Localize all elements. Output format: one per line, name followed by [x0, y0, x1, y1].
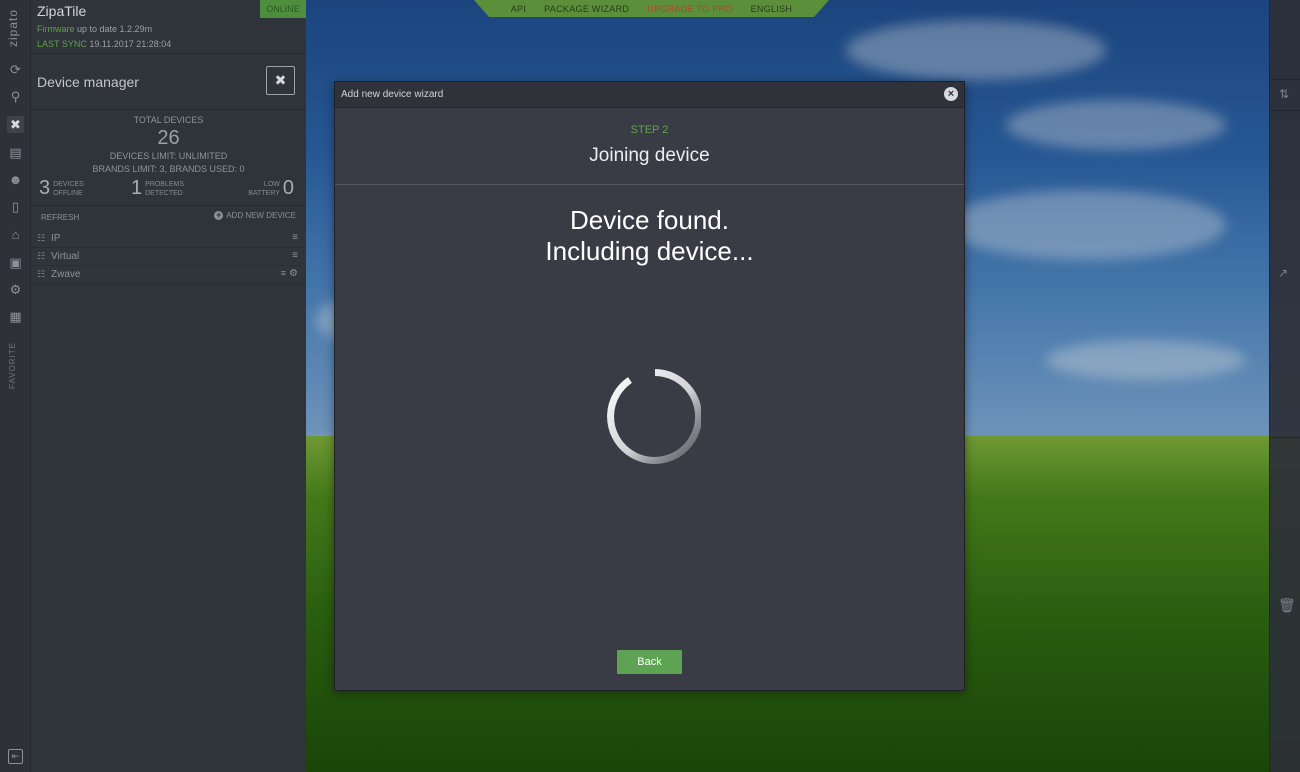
low-battery-stat[interactable]: LOW BATTERY 0	[248, 177, 297, 200]
problems-stat[interactable]: 1 PROBLEMS DETECTED	[131, 177, 184, 200]
menu-icon[interactable]: ≡	[292, 250, 298, 261]
favorites-label[interactable]: FAVORITE	[8, 342, 17, 389]
device-list: ☷ IP ≡ ☷ Virtual ≡ ☷ Zwave ≡ ⚙	[31, 230, 306, 284]
device-name: IP	[51, 233, 61, 244]
scenes-icon[interactable]: ▤	[7, 144, 24, 161]
refresh-icon[interactable]: ⟳	[7, 61, 24, 78]
divider	[1270, 437, 1300, 438]
left-icon-rail: zipato ⟳ ⚲ ✖ ▤ ☻ ▯ ⌂ ▣ ⚙ ▦ FAVORITE ⇤	[0, 0, 31, 772]
tile-info: ZipaTile ONLINE Firmware up to date 1.2.…	[31, 0, 306, 54]
step-title: Joining device	[589, 145, 710, 166]
phone-icon[interactable]: ▯	[7, 198, 24, 215]
close-icon[interactable]: ×	[944, 87, 958, 101]
status-message-line1: Device found.	[570, 205, 729, 235]
offline-count: 3	[39, 177, 51, 199]
refresh-button[interactable]: REFRESH	[41, 213, 79, 222]
trash-icon[interactable]: 🗑	[1278, 597, 1296, 614]
status-message-line2: Including device...	[545, 236, 754, 266]
nav-language[interactable]: ENGLISH	[751, 4, 793, 14]
right-rail: ⇅ ↗ 🗑	[1269, 0, 1300, 772]
firmware-line: Firmware up to date 1.2.29m	[37, 24, 152, 34]
tools-icon[interactable]: ✖	[266, 66, 295, 95]
list-item[interactable]: ☷ IP ≡	[31, 230, 306, 248]
last-sync-line: LAST SYNC 19.11.2017 21:28:04	[37, 39, 171, 49]
step-header: STEP 2 Joining device	[335, 109, 964, 185]
firmware-text: up to date 1.2.29m	[77, 24, 153, 34]
status-badge: ONLINE	[260, 0, 306, 18]
menu-icon[interactable]: ≡	[281, 268, 286, 278]
low-battery-label: LOW BATTERY	[248, 180, 280, 197]
offline-stat[interactable]: 3 DEVICES OFFLINE	[39, 177, 84, 200]
brands-limit: BRANDS LIMIT: 3, BRANDS USED: 0	[92, 164, 245, 174]
last-sync-value: 19.11.2017 21:28:04	[89, 39, 172, 49]
total-devices-value: 26	[157, 127, 180, 149]
external-link-icon[interactable]: ↗	[1278, 266, 1288, 280]
back-button[interactable]: Back	[617, 650, 682, 674]
low-battery-count: 0	[282, 177, 294, 199]
settings-icon[interactable]: ⚙	[7, 281, 24, 298]
users-icon[interactable]: ☻	[7, 171, 24, 188]
nav-upgrade-to-pro[interactable]: UPGRADE TO PRO	[647, 4, 732, 14]
logout-icon[interactable]: ⇤	[8, 749, 23, 764]
modal-header: Add new device wizard ×	[335, 82, 964, 108]
home-icon[interactable]: ⌂	[7, 226, 24, 243]
problems-label: PROBLEMS DETECTED	[145, 180, 185, 197]
nav-package-wizard[interactable]: PACKAGE WIZARD	[544, 4, 629, 14]
total-devices-label: TOTAL DEVICES	[133, 115, 204, 125]
device-manager-icon[interactable]: ✖	[7, 116, 24, 133]
network-icon: ☷	[37, 251, 46, 261]
add-device-wizard-modal: Add new device wizard × STEP 2 Joining d…	[334, 81, 965, 691]
step-label: STEP 2	[630, 124, 669, 136]
sort-icon[interactable]: ⇅	[1279, 87, 1289, 101]
last-sync-label: LAST SYNC	[37, 39, 87, 49]
brand-logo: zipato	[6, 8, 20, 48]
device-name: Virtual	[51, 251, 80, 262]
list-item[interactable]: ☷ Zwave ≡ ⚙	[31, 266, 306, 284]
right-rail-top	[1270, 0, 1300, 80]
device-actions: REFRESH + ADD NEW DEVICE	[31, 207, 306, 227]
page-title: Device manager	[37, 74, 139, 90]
left-panel: ZipaTile ONLINE Firmware up to date 1.2.…	[31, 0, 306, 772]
add-new-device-label: ADD NEW DEVICE	[226, 211, 296, 220]
network-icon: ☷	[37, 269, 46, 279]
divider	[1270, 110, 1300, 111]
problems-count: 1	[131, 177, 143, 199]
nav-api[interactable]: API	[511, 4, 526, 14]
briefcase-icon[interactable]: ▣	[7, 254, 24, 271]
top-nav-links: API PACKAGE WIZARD UPGRADE TO PRO ENGLIS…	[474, 0, 829, 17]
add-new-device-button[interactable]: + ADD NEW DEVICE	[214, 211, 296, 220]
menu-icon[interactable]: ≡	[292, 232, 298, 243]
device-stats: TOTAL DEVICES 26 DEVICES LIMIT: UNLIMITE…	[31, 111, 306, 206]
top-nav: API PACKAGE WIZARD UPGRADE TO PRO ENGLIS…	[474, 0, 829, 17]
save-icon[interactable]: ▦	[7, 308, 24, 325]
devices-limit: DEVICES LIMIT: UNLIMITED	[109, 151, 228, 161]
gear-icon[interactable]: ⚙	[289, 268, 298, 279]
search-icon[interactable]: ⚲	[7, 88, 24, 105]
plus-icon: +	[214, 210, 224, 220]
device-manager-header: Device manager ✖	[31, 55, 306, 110]
tile-name: ZipaTile	[37, 3, 87, 19]
network-icon: ☷	[37, 233, 46, 243]
firmware-label: Firmware	[37, 24, 75, 34]
modal-title: Add new device wizard	[341, 89, 444, 100]
list-item[interactable]: ☷ Virtual ≡	[31, 248, 306, 266]
loading-spinner-icon	[607, 369, 701, 464]
offline-label: DEVICES OFFLINE	[53, 180, 84, 197]
device-name: Zwave	[51, 269, 81, 280]
